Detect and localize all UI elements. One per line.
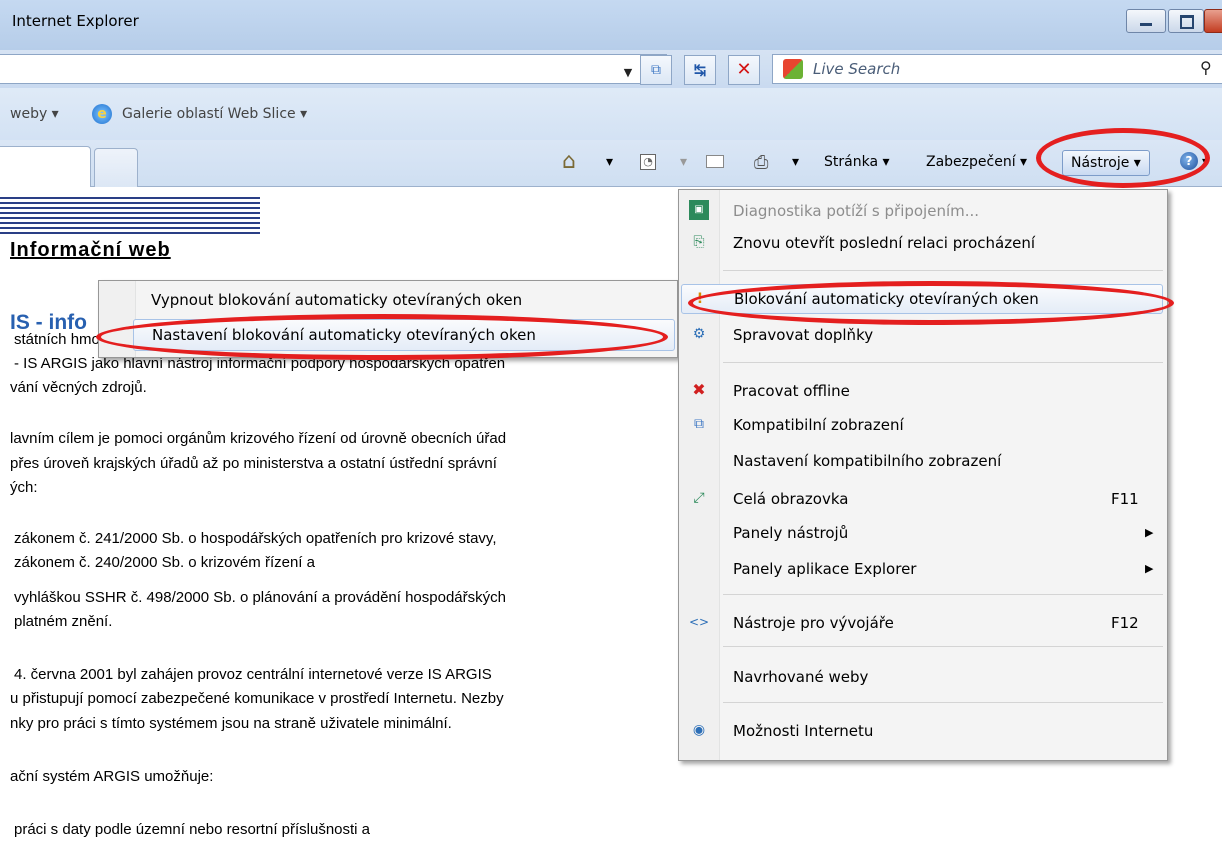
search-input[interactable]: Live Search (772, 54, 1222, 84)
ie-icon: e (92, 104, 112, 124)
list-item: zákonem č. 240/2000 Sb. o krizovém řízen… (14, 554, 315, 571)
title-bar: Internet Explorer (0, 0, 1222, 50)
explorer-bars-item[interactable]: Panely aplikace Explorer ▶ (679, 554, 1165, 584)
close-button[interactable] (1204, 9, 1222, 33)
developer-tools-icon: <> (689, 615, 710, 629)
developer-tools-item[interactable]: <> Nástroje pro vývojáře F12 (679, 608, 1165, 638)
paragraph-line: nky pro práci s tímto systémem jsou na s… (10, 715, 452, 732)
address-row: ▼ ⧉ ↹ ✕ Live Search ⚲ (0, 50, 1222, 88)
internet-options-item[interactable]: ◉ Možnosti Internetu (679, 716, 1165, 746)
refresh-icon[interactable]: ↹ (684, 55, 716, 85)
paragraph-line: přes úroveň krajských úřadů až po minist… (10, 455, 497, 472)
header-stripes (0, 197, 260, 237)
compat-view-settings-item[interactable]: Nastavení kompatibilního zobrazení (679, 446, 1165, 476)
menu-separator (723, 270, 1163, 271)
web-slice-gallery-link[interactable]: Galerie oblastí Web Slice ▾ (122, 106, 307, 122)
reopen-session-item[interactable]: ⎘ Znovu otevřít poslední relaci procháze… (679, 228, 1165, 258)
list-item: vyhláškou SSHR č. 498/2000 Sb. o plánová… (14, 589, 506, 606)
paragraph-line: 4. června 2001 byl zahájen provoz centrá… (14, 666, 492, 683)
fullscreen-icon: ⤢ (693, 490, 705, 506)
compat-view-item[interactable]: ⧉ Kompatibilní zobrazení (679, 410, 1165, 440)
live-search-logo-icon (783, 59, 803, 79)
tools-dropdown-menu: ▣ Diagnostika potíží s připojením... ⎘ Z… (678, 189, 1168, 761)
compat-view-icon: ⧉ (694, 416, 704, 432)
fullscreen-item[interactable]: ⤢ Celá obrazovka F11 (679, 484, 1165, 514)
internet-options-icon: ◉ (692, 722, 706, 738)
address-dropdown-icon[interactable]: ▼ (618, 63, 638, 83)
new-tab-button[interactable] (94, 148, 138, 187)
list-item: práci s daty podle územní nebo resortní … (14, 821, 371, 838)
network-diagnostics-icon: ▣ (689, 200, 709, 220)
diagnose-connection-item[interactable]: ▣ Diagnostika potíží s připojením... (679, 196, 1165, 226)
address-field[interactable]: ▼ (0, 54, 667, 84)
favorites-bar: weby ▾ e Galerie oblastí Web Slice ▾ (0, 88, 1222, 140)
work-offline-item[interactable]: ✖ Pracovat offline (679, 376, 1165, 406)
list-item: zákonem č. 241/2000 Sb. o hospodářských … (14, 530, 497, 547)
reopen-session-icon: ⎘ (693, 234, 705, 250)
magnifier-icon[interactable]: ⚲ (1200, 58, 1212, 77)
menu-item-label: Vypnout blokování automaticky otevíranýc… (151, 291, 523, 309)
page-title: Informační web (10, 239, 171, 261)
home-icon[interactable]: ⌂ (562, 149, 576, 174)
page-menu[interactable]: Stránka ▾ (824, 154, 890, 170)
paragraph-line: ační systém ARGIS umožňuje: (10, 768, 214, 785)
safety-menu[interactable]: Zabezpečení ▾ (926, 154, 1027, 170)
print-dropdown-icon[interactable]: ▾ (792, 154, 799, 170)
annotation-ring-popup-blocker (688, 281, 1174, 325)
addons-icon: ⚙ (692, 326, 706, 342)
menu-separator (723, 646, 1163, 647)
submenu-arrow-icon: ▶ (1145, 526, 1154, 539)
paragraph-line: vání věcných zdrojů. (10, 379, 147, 396)
menu-separator (723, 702, 1163, 703)
compat-view-icon[interactable]: ⧉ (640, 55, 672, 85)
minimize-button[interactable] (1126, 9, 1166, 33)
menu-separator (723, 362, 1163, 363)
suggested-sites-item[interactable]: Navrhované weby (679, 662, 1165, 692)
toolbars-item[interactable]: Panely nástrojů ▶ (679, 518, 1165, 548)
suggested-sites-link[interactable]: weby ▾ (10, 106, 59, 122)
paragraph-line: u přistupují pomocí zabezpečené komunika… (10, 690, 504, 707)
annotation-ring-tools (1036, 128, 1210, 188)
home-dropdown-icon[interactable]: ▾ (606, 154, 613, 170)
window-title: Internet Explorer (12, 12, 139, 30)
paragraph-line: ých: (10, 479, 38, 496)
print-icon[interactable]: ⎙ (754, 152, 768, 173)
mail-icon[interactable] (706, 155, 724, 168)
maximize-button[interactable] (1168, 9, 1204, 33)
disable-popup-blocker-item[interactable]: Vypnout blokování automaticky otevíranýc… (99, 285, 675, 315)
annotation-ring-popup-settings (96, 314, 668, 360)
submenu-arrow-icon: ▶ (1145, 562, 1154, 575)
paragraph-line: lavním cílem je pomoci orgánům krizového… (10, 430, 507, 447)
menu-separator (723, 594, 1163, 595)
feeds-dropdown-icon[interactable]: ▾ (680, 154, 687, 170)
stop-icon[interactable]: ✕ (728, 55, 760, 85)
list-item: platném znění. (14, 613, 113, 630)
offline-icon: ✖ (692, 380, 706, 399)
feeds-icon[interactable]: ◔ (640, 154, 656, 170)
search-placeholder: Live Search (813, 60, 901, 78)
tab-active[interactable] (0, 146, 91, 187)
